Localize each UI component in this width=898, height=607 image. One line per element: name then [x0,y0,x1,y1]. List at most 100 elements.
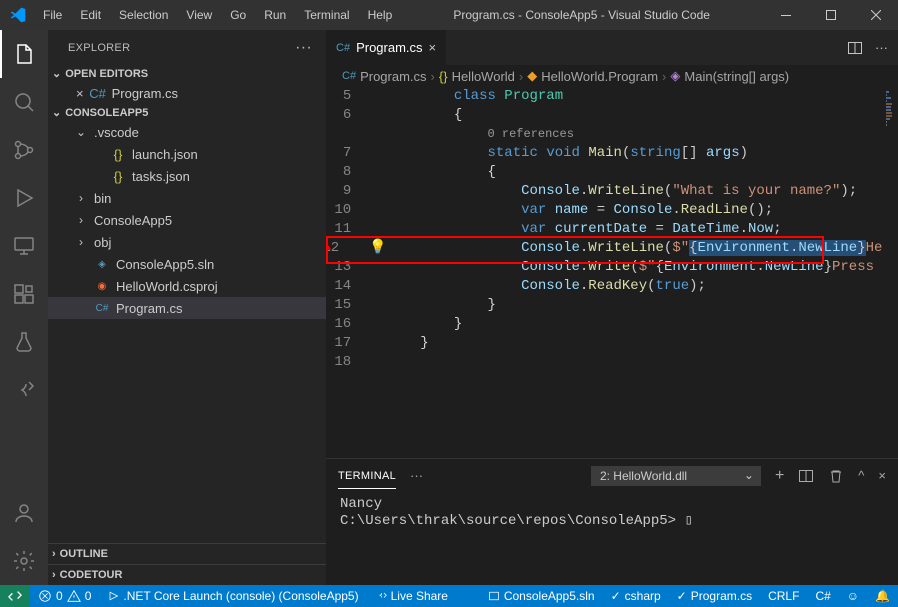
window-controls [763,0,898,30]
breadcrumb-item[interactable]: HelloWorld [452,69,515,84]
menu-go[interactable]: Go [222,4,254,26]
tree-item-label: .vscode [94,125,139,140]
terminal-tab[interactable]: TERMINAL [338,470,396,489]
activity-extensions-icon[interactable] [0,270,48,318]
chevron-down-icon: ⌄ [52,67,61,80]
lightbulb-icon[interactable]: 💡 [369,240,386,256]
vscode-logo-icon [0,7,35,23]
breadcrumb-item[interactable]: Program.cs [360,69,426,84]
csharp-file-icon: C# [336,42,350,54]
terminal-body[interactable]: NancyC:\Users\thrak\source\repos\Console… [326,492,898,585]
close-button[interactable] [853,0,898,30]
chevron-down-icon: ⌄ [52,106,61,119]
tree-item-label: obj [94,235,111,250]
status-feedback-icon[interactable]: ☺ [839,585,867,607]
chevron-right-icon: › [74,235,88,249]
breadcrumb[interactable]: C# Program.cs › {} HelloWorld › ◆ HelloW… [326,65,898,87]
activity-liveshare-icon[interactable] [0,366,48,414]
activity-bar [0,30,48,585]
open-editor-item[interactable]: × C# Program.cs [48,82,326,104]
titlebar: File Edit Selection View Go Run Terminal… [0,0,898,30]
tree-item-label: HelloWorld.csproj [116,279,218,294]
more-icon[interactable]: ··· [295,39,312,57]
activity-explorer-icon[interactable] [0,30,48,78]
close-icon[interactable]: × [429,40,437,55]
folder-item[interactable]: ⌄ .vscode [48,121,326,143]
folder-item[interactable]: › ConsoleApp5 [48,209,326,231]
file-item[interactable]: {}tasks.json [48,165,326,187]
chevron-right-icon: › [52,548,56,560]
activity-test-icon[interactable] [0,318,48,366]
file-item[interactable]: {}launch.json [48,143,326,165]
status-launch-config[interactable]: .NET Core Launch (console) (ConsoleApp5) [99,585,366,607]
explorer-header: EXPLORER ··· [48,30,326,65]
more-icon[interactable]: ··· [410,468,423,483]
folder-item[interactable]: › obj [48,231,326,253]
breadcrumb-item[interactable]: Main(string[] args) [684,69,789,84]
maximize-button[interactable] [808,0,853,30]
tree-item-label: ConsoleApp5 [94,213,172,228]
chevron-right-icon: › [74,213,88,227]
chevron-down-icon: ⌄ [74,125,88,139]
status-liveshare[interactable]: Live Share [367,585,456,607]
status-active-file[interactable]: ✓ Program.cs [669,585,760,607]
open-editors-header[interactable]: ⌄ OPEN EDITORS [48,65,326,82]
file-item[interactable]: C#Program.cs [48,297,326,319]
menu-view[interactable]: View [178,4,220,26]
codetour-header[interactable]: › CODETOUR [48,564,326,585]
file-name: Program.cs [112,86,178,101]
chevron-right-icon: › [74,191,88,205]
terminal-selector[interactable]: 2: HelloWorld.dll [591,466,761,486]
tree-item-label: launch.json [132,147,198,162]
window-title: Program.cs - ConsoleApp5 - Visual Studio… [400,8,763,22]
menu-file[interactable]: File [35,4,70,26]
kill-terminal-icon[interactable] [828,468,844,484]
menu-edit[interactable]: Edit [72,4,109,26]
project-header[interactable]: ⌄ CONSOLEAPP5 [48,104,326,121]
status-problems[interactable]: 0 0 [30,585,99,607]
file-item[interactable]: ◈ConsoleApp5.sln [48,253,326,275]
menu-run[interactable]: Run [256,4,294,26]
activity-settings-icon[interactable] [0,537,48,585]
tab-program-cs[interactable]: C# Program.cs × [326,30,447,65]
terminal-header: TERMINAL ··· 2: HelloWorld.dll + ^ × [326,458,898,492]
status-eol[interactable]: CRLF [760,585,807,607]
menu-terminal[interactable]: Terminal [296,4,357,26]
minimize-button[interactable] [763,0,808,30]
tree-item-label: Program.cs [116,301,182,316]
activity-remote-icon[interactable] [0,222,48,270]
file-item[interactable]: ◉HelloWorld.csproj [48,275,326,297]
more-icon[interactable]: ··· [875,40,888,55]
minimap[interactable] [882,87,898,457]
remote-indicator[interactable] [0,585,30,607]
activity-search-icon[interactable] [0,78,48,126]
activity-source-control-icon[interactable] [0,126,48,174]
method-icon: ◈ [670,68,680,84]
split-terminal-icon[interactable] [798,468,814,484]
editor-group: C# Program.cs × ··· C# Program.cs › {} H… [326,30,898,585]
class-icon: ◆ [527,68,537,84]
code-editor[interactable]: 567891011●12131415161718 💡 class Program… [326,87,898,457]
explorer-sidebar: EXPLORER ··· ⌄ OPEN EDITORS × C# Program… [48,30,326,585]
close-icon[interactable]: × [76,86,84,101]
main-menu: File Edit Selection View Go Run Terminal… [35,4,400,26]
chevron-right-icon: › [52,569,56,581]
status-solution[interactable]: ConsoleApp5.sln [480,585,603,607]
menu-selection[interactable]: Selection [111,4,176,26]
split-editor-icon[interactable] [847,40,863,56]
status-language-server[interactable]: ✓ csharp [603,585,669,607]
menu-help[interactable]: Help [360,4,401,26]
activity-account-icon[interactable] [0,489,48,537]
maximize-panel-icon[interactable]: ^ [858,468,864,483]
status-language-mode[interactable]: C# [807,585,838,607]
tab-label: Program.cs [356,40,422,55]
activity-run-debug-icon[interactable] [0,174,48,222]
status-bar: 0 0 .NET Core Launch (console) (ConsoleA… [0,585,898,607]
breadcrumb-item[interactable]: HelloWorld.Program [541,69,658,84]
close-panel-icon[interactable]: × [878,468,886,483]
new-terminal-icon[interactable]: + [775,467,784,485]
namespace-icon: {} [439,69,448,84]
outline-header[interactable]: › OUTLINE [48,543,326,564]
status-notifications-icon[interactable]: 🔔 [867,585,898,607]
folder-item[interactable]: ›bin [48,187,326,209]
